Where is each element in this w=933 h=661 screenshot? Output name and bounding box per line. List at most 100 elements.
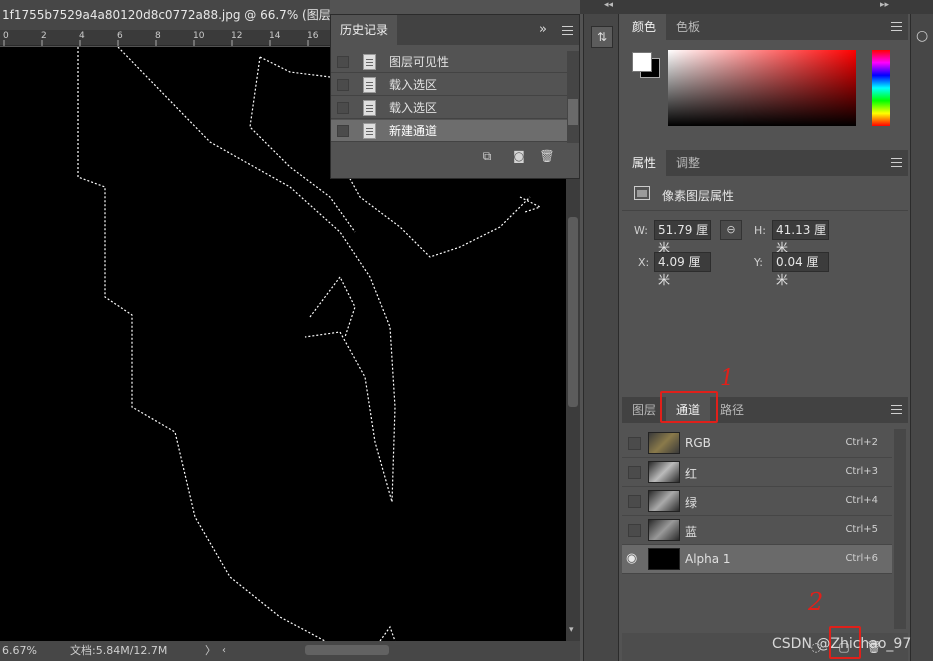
- channel-shortcut: Ctrl+2: [845, 437, 878, 448]
- channel-name: RGB: [685, 436, 711, 450]
- history-item-label: 图层可见性: [389, 55, 450, 69]
- history-item-selected[interactable]: 新建通道: [331, 120, 567, 142]
- scroll-left-icon[interactable]: ‹: [222, 641, 226, 661]
- history-scroll-thumb[interactable]: [568, 99, 578, 125]
- tab-history[interactable]: 历史记录: [331, 15, 397, 45]
- history-item[interactable]: 载入选区: [331, 97, 567, 119]
- history-item-label: 新建通道: [389, 124, 438, 138]
- channel-visibility-toggle[interactable]: [628, 466, 641, 479]
- channel-row-green[interactable]: 绿 Ctrl+4: [622, 487, 892, 516]
- history-item-label: 载入选区: [389, 101, 438, 115]
- properties-panel: 属性 调整 像素图层属性 W: 51.79 厘米 ⊖ H: 41.13 厘米 X…: [622, 150, 908, 394]
- pixel-layer-icon: [634, 186, 650, 200]
- history-menu-icon[interactable]: [562, 26, 573, 35]
- new-snapshot-document-icon[interactable]: ⧉: [479, 148, 495, 164]
- expand-icon[interactable]: »: [539, 22, 547, 37]
- zoom-level[interactable]: 6.67%: [2, 641, 37, 661]
- channel-row-rgb[interactable]: RGB Ctrl+2: [622, 429, 892, 458]
- document-tab[interactable]: 1f1755b7529a4a80120d8c0772a88.jpg @ 66.7…: [0, 0, 330, 30]
- annotation-number: 2: [808, 588, 824, 616]
- document-state-icon: [363, 123, 376, 139]
- tab-color[interactable]: 颜色: [622, 14, 667, 40]
- color-tabbar: 颜色 色板: [622, 14, 908, 40]
- channel-thumbnail: [648, 490, 680, 512]
- ruler-label: 14: [269, 31, 281, 41]
- history-panel-icon[interactable]: ⇅: [591, 26, 613, 48]
- ruler-label: 12: [231, 31, 243, 41]
- document-title: 1f1755b7529a4a80120d8c0772a88.jpg @ 66.7…: [2, 8, 330, 22]
- document-state-icon: [363, 100, 376, 116]
- status-menu-arrow[interactable]: 〉: [205, 641, 216, 661]
- height-label: H:: [754, 224, 766, 237]
- horizontal-ruler[interactable]: 0 2 4 6 8 10 12 14 16: [0, 30, 330, 46]
- document-info: 文档:5.84M/12.7M: [70, 644, 168, 657]
- history-snapshot-checkbox[interactable]: [337, 102, 349, 114]
- ruler-label: 0: [3, 31, 9, 41]
- history-item[interactable]: 载入选区: [331, 74, 567, 96]
- scroll-down-icon[interactable]: ▾: [569, 625, 574, 635]
- tab-swatches[interactable]: 色板: [666, 14, 710, 40]
- channel-name: 蓝: [685, 525, 698, 539]
- history-item-label: 载入选区: [389, 78, 438, 92]
- channel-visibility-toggle[interactable]: [628, 495, 641, 508]
- channel-shortcut: Ctrl+3: [845, 466, 878, 477]
- tab-adjustments[interactable]: 调整: [666, 150, 710, 176]
- collapse-arrows-icon[interactable]: ◂◂: [604, 0, 613, 10]
- y-label: Y:: [754, 256, 763, 269]
- channel-shortcut: Ctrl+4: [845, 495, 878, 506]
- ruler-label: 4: [79, 31, 85, 41]
- ruler-label: 2: [41, 31, 47, 41]
- history-tabbar: 历史记录 »: [331, 15, 579, 45]
- channel-visibility-toggle[interactable]: [628, 437, 641, 450]
- right-icon-strip: ○: [910, 14, 933, 661]
- learn-bulb-icon[interactable]: ○: [916, 28, 928, 44]
- link-icon[interactable]: ⊖: [720, 220, 742, 240]
- channel-row-blue[interactable]: 蓝 Ctrl+5: [622, 516, 892, 545]
- channel-name: Alpha 1: [685, 552, 731, 566]
- color-panel: 颜色 色板: [622, 14, 908, 146]
- channels-menu-icon[interactable]: [891, 405, 902, 414]
- channel-visibility-toggle[interactable]: [628, 524, 641, 537]
- horizontal-scroll-thumb[interactable]: [305, 645, 389, 655]
- x-field[interactable]: 4.09 厘米: [654, 252, 711, 287]
- document-state-icon: [363, 77, 376, 93]
- vertical-scroll-thumb[interactable]: [568, 217, 578, 407]
- channels-panel: 图层 通道 路径 RGB Ctrl+2 红 Ctrl+3 绿 Ctrl+4 蓝 …: [622, 397, 908, 661]
- color-field[interactable]: [668, 50, 856, 126]
- channel-thumbnail: [648, 461, 680, 483]
- hue-slider[interactable]: [872, 50, 890, 126]
- history-item[interactable]: 图层可见性: [331, 51, 567, 73]
- eye-icon[interactable]: ◉: [626, 551, 637, 566]
- collapse-arrows-right-icon[interactable]: ▸▸: [880, 0, 889, 10]
- history-panel: 历史记录 » 图层可见性 载入选区 载入选区 新建通道 ⧉ ◙ 🗑: [330, 14, 580, 179]
- annotation-box-channels-tab: [660, 391, 718, 423]
- properties-menu-icon[interactable]: [891, 158, 902, 167]
- channel-thumbnail: [648, 519, 680, 541]
- camera-icon[interactable]: ◙: [511, 148, 527, 164]
- watermark: CSDN @Zhichao_97: [772, 636, 912, 652]
- annotation-number: 1: [720, 366, 734, 391]
- history-snapshot-checkbox[interactable]: [337, 56, 349, 68]
- properties-header: 像素图层属性: [662, 189, 735, 203]
- foreground-color-swatch[interactable]: [632, 52, 652, 72]
- channel-shortcut: Ctrl+6: [845, 553, 878, 564]
- channel-row-red[interactable]: 红 Ctrl+3: [622, 458, 892, 487]
- history-snapshot-checkbox[interactable]: [337, 125, 349, 137]
- ruler-label: 8: [155, 31, 161, 41]
- history-snapshot-checkbox[interactable]: [337, 79, 349, 91]
- height-field[interactable]: 41.13 厘米: [772, 220, 829, 255]
- y-field[interactable]: 0.04 厘米: [772, 252, 829, 287]
- channel-name: 红: [685, 467, 698, 481]
- color-menu-icon[interactable]: [891, 22, 902, 31]
- width-field[interactable]: 51.79 厘米: [654, 220, 711, 255]
- channels-scrollbar[interactable]: [894, 429, 906, 629]
- divider: [622, 210, 908, 211]
- channel-thumbnail: [648, 432, 680, 454]
- trash-icon[interactable]: 🗑: [539, 148, 555, 164]
- channel-row-alpha-1[interactable]: ◉ Alpha 1 Ctrl+6: [622, 545, 892, 574]
- tab-properties[interactable]: 属性: [622, 150, 667, 176]
- document-state-icon: [363, 54, 376, 70]
- channel-thumbnail: [648, 548, 680, 570]
- collapsed-panel-column: ⇅: [583, 14, 619, 661]
- history-scrollbar[interactable]: [567, 51, 579, 143]
